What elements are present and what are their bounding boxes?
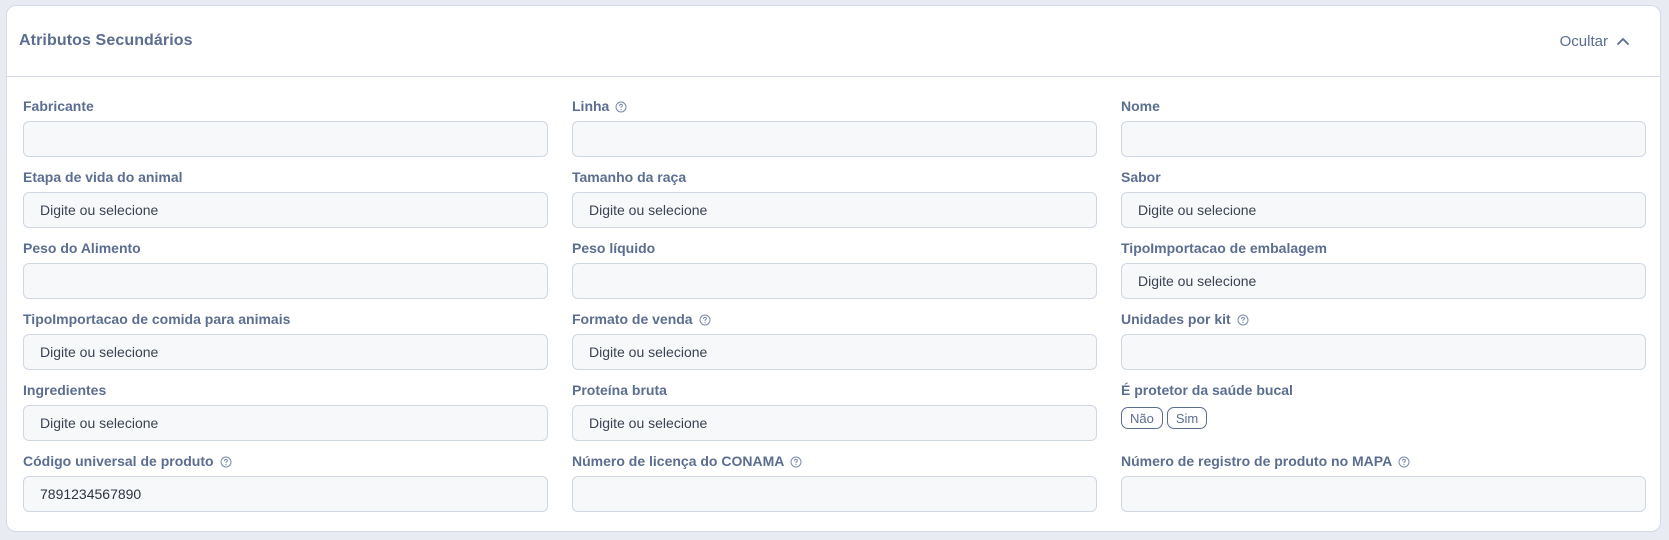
label-row: Número de licença do CONAMA bbox=[572, 452, 1097, 470]
label-row: Formato de venda bbox=[572, 310, 1097, 328]
peso-liquido-input[interactable] bbox=[572, 263, 1097, 299]
field-label: TipoImportacao de comida para animais bbox=[23, 311, 291, 327]
help-icon[interactable] bbox=[699, 313, 711, 326]
proteina-bruta-input[interactable] bbox=[572, 405, 1097, 441]
field-tamanho-da-raca: Tamanho da raça bbox=[572, 168, 1097, 239]
field-e-protetor-da-saude-bucal: É protetor da saúde bucal Não Sim bbox=[1121, 381, 1646, 452]
linha-input[interactable] bbox=[572, 121, 1097, 157]
label-row: Tamanho da raça bbox=[572, 168, 1097, 186]
field-tipoimportacao-de-embalagem: TipoImportacao de embalagem bbox=[1121, 239, 1646, 310]
yes-no-choices: Não Sim bbox=[1121, 407, 1646, 429]
field-peso-do-alimento: Peso do Alimento bbox=[23, 239, 548, 310]
help-icon[interactable] bbox=[1237, 313, 1249, 326]
field-label: TipoImportacao de embalagem bbox=[1121, 240, 1327, 256]
tipoimportacao-de-embalagem-input[interactable] bbox=[1121, 263, 1646, 299]
field-unidades-por-kit: Unidades por kit bbox=[1121, 310, 1646, 381]
field-label: Proteína bruta bbox=[572, 382, 667, 398]
field-label: Tamanho da raça bbox=[572, 169, 687, 185]
hide-section-toggle[interactable]: Ocultar bbox=[1560, 33, 1630, 50]
peso-do-alimento-input[interactable] bbox=[23, 263, 548, 299]
field-sabor: Sabor bbox=[1121, 168, 1646, 239]
fields-grid: Fabricante Linha Nome Etapa de vida do anim… bbox=[7, 77, 1660, 523]
label-row: É protetor da saúde bucal bbox=[1121, 381, 1646, 399]
field-etapa-de-vida-do-animal: Etapa de vida do animal bbox=[23, 168, 548, 239]
field-label: Sabor bbox=[1121, 169, 1161, 185]
tamanho-da-raca-input[interactable] bbox=[572, 192, 1097, 228]
card-header: Atributos Secundários Ocultar bbox=[7, 6, 1660, 77]
field-label: Peso líquido bbox=[572, 240, 656, 256]
field-fabricante: Fabricante bbox=[23, 97, 548, 168]
field-label: Número de licença do CONAMA bbox=[572, 453, 785, 469]
label-row: Fabricante bbox=[23, 97, 548, 115]
field-label: É protetor da saúde bucal bbox=[1121, 382, 1293, 398]
label-row: Nome bbox=[1121, 97, 1646, 115]
section-title: Atributos Secundários bbox=[19, 32, 193, 49]
field-label: Etapa de vida do animal bbox=[23, 169, 183, 185]
codigo-universal-de-produto-input[interactable] bbox=[23, 476, 548, 512]
field-formato-de-venda: Formato de venda bbox=[572, 310, 1097, 381]
label-row: Sabor bbox=[1121, 168, 1646, 186]
field-label: Formato de venda bbox=[572, 311, 693, 327]
etapa-de-vida-do-animal-input[interactable] bbox=[23, 192, 548, 228]
field-label: Peso do Alimento bbox=[23, 240, 141, 256]
field-label: Nome bbox=[1121, 98, 1160, 114]
label-row: Código universal de produto bbox=[23, 452, 548, 470]
field-numero-de-licenca-do-conama: Número de licença do CONAMA bbox=[572, 452, 1097, 523]
field-tipoimportacao-de-comida-para-animais: TipoImportacao de comida para animais bbox=[23, 310, 548, 381]
label-row: TipoImportacao de comida para animais bbox=[23, 310, 548, 328]
field-proteina-bruta: Proteína bruta bbox=[572, 381, 1097, 452]
label-row: Número de registro de produto no MAPA bbox=[1121, 452, 1646, 470]
fabricante-input[interactable] bbox=[23, 121, 548, 157]
secondary-attributes-card: Atributos Secundários Ocultar Fabricante… bbox=[6, 5, 1661, 532]
unidades-por-kit-input[interactable] bbox=[1121, 334, 1646, 370]
field-nome: Nome bbox=[1121, 97, 1646, 168]
label-row: Unidades por kit bbox=[1121, 310, 1646, 328]
choice-sim-button[interactable]: Sim bbox=[1166, 407, 1208, 429]
numero-de-registro-de-produto-no-mapa-input[interactable] bbox=[1121, 476, 1646, 512]
field-linha: Linha bbox=[572, 97, 1097, 168]
tipoimportacao-de-comida-para-animais-input[interactable] bbox=[23, 334, 548, 370]
toggle-label: Ocultar bbox=[1559, 32, 1608, 50]
field-codigo-universal-de-produto: Código universal de produto bbox=[23, 452, 548, 523]
choice-nao-button[interactable]: Não bbox=[1121, 407, 1163, 429]
label-row: TipoImportacao de embalagem bbox=[1121, 239, 1646, 257]
sabor-input[interactable] bbox=[1121, 192, 1646, 228]
numero-de-licenca-do-conama-input[interactable] bbox=[572, 476, 1097, 512]
field-peso-liquido: Peso líquido bbox=[572, 239, 1097, 310]
field-label: Código universal de produto bbox=[23, 453, 214, 469]
field-label: Número de registro de produto no MAPA bbox=[1121, 453, 1393, 469]
field-numero-de-registro-de-produto-no-mapa: Número de registro de produto no MAPA bbox=[1121, 452, 1646, 523]
label-row: Ingredientes bbox=[23, 381, 548, 399]
label-row: Peso líquido bbox=[572, 239, 1097, 257]
field-label: Ingredientes bbox=[23, 382, 107, 398]
label-row: Peso do Alimento bbox=[23, 239, 548, 257]
chevron-up-icon bbox=[1616, 36, 1630, 46]
label-row: Etapa de vida do animal bbox=[23, 168, 548, 186]
nome-input[interactable] bbox=[1121, 121, 1646, 157]
help-icon[interactable] bbox=[220, 455, 232, 468]
field-label: Unidades por kit bbox=[1121, 311, 1231, 327]
field-label: Fabricante bbox=[23, 98, 94, 114]
ingredientes-input[interactable] bbox=[23, 405, 548, 441]
label-row: Proteína bruta bbox=[572, 381, 1097, 399]
help-icon[interactable] bbox=[790, 455, 802, 468]
field-label: Linha bbox=[572, 98, 610, 114]
label-row: Linha bbox=[572, 97, 1097, 115]
formato-de-venda-input[interactable] bbox=[572, 334, 1097, 370]
help-icon[interactable] bbox=[1398, 455, 1410, 468]
field-ingredientes: Ingredientes bbox=[23, 381, 548, 452]
help-icon[interactable] bbox=[615, 100, 627, 113]
